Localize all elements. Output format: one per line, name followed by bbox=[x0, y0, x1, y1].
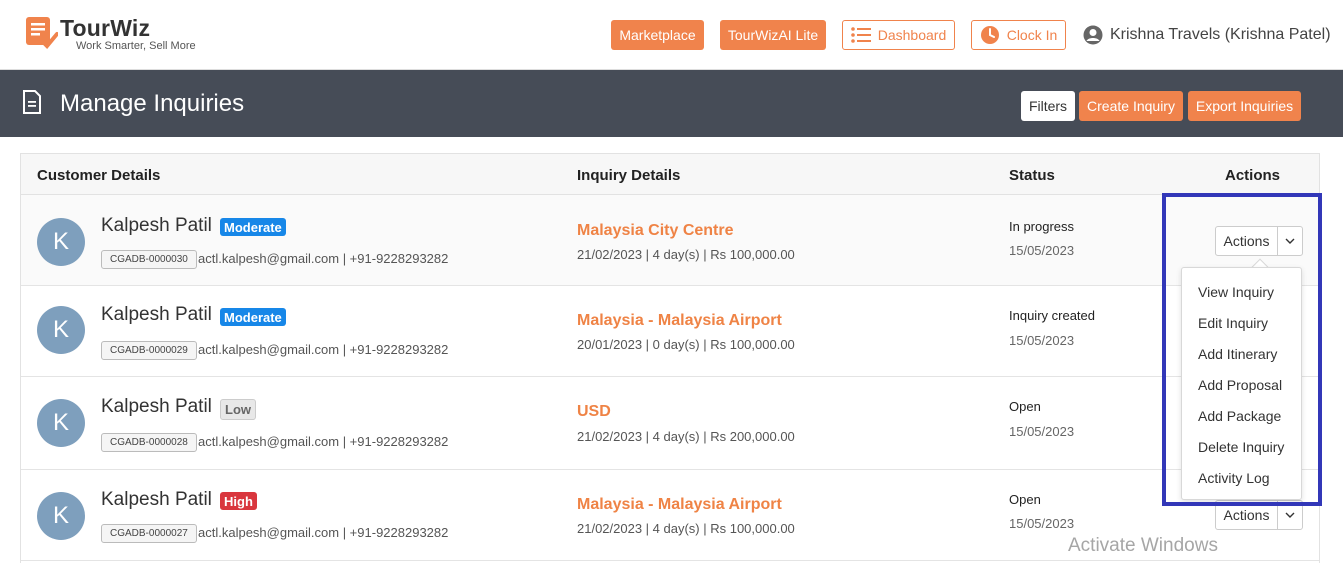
priority-badge: Moderate bbox=[220, 218, 286, 236]
export-inquiries-button[interactable]: Export Inquiries bbox=[1188, 91, 1301, 121]
inquiry-destination[interactable]: Malaysia - Malaysia Airport bbox=[577, 496, 782, 514]
avatar: K bbox=[37, 492, 85, 540]
inquiries-table: Customer Details Inquiry Details Status … bbox=[20, 153, 1320, 563]
document-icon bbox=[23, 90, 41, 114]
customer-code: CGADB-0000028 bbox=[101, 433, 197, 452]
priority-badge: Low bbox=[220, 399, 256, 420]
customer-code: CGADB-0000030 bbox=[101, 250, 197, 269]
table-row: K Kalpesh Patil Low CGADB-0000028 actl.k… bbox=[21, 377, 1319, 470]
status-date: 15/05/2023 bbox=[1009, 243, 1075, 258]
customer-contact: actl.kalpesh@gmail.com | +91-9228293282 bbox=[198, 342, 449, 357]
brand-logo[interactable]: TourWiz Work Smarter, Sell More bbox=[24, 15, 214, 55]
avatar: K bbox=[37, 306, 85, 354]
annotation-highlight-box bbox=[1162, 193, 1322, 506]
user-name: Krishna Travels (Krishna Patel) bbox=[1110, 26, 1331, 43]
inquiry-meta: 21/02/2023 | 4 day(s) | Rs 100,000.00 bbox=[577, 521, 795, 536]
filters-button[interactable]: Filters bbox=[1021, 91, 1075, 121]
avatar: K bbox=[37, 399, 85, 447]
status-text: Inquiry created bbox=[1009, 308, 1095, 323]
inquiry-meta: 21/02/2023 | 4 day(s) | Rs 200,000.00 bbox=[577, 429, 795, 444]
avatar: K bbox=[37, 218, 85, 266]
dashboard-button[interactable]: Dashboard bbox=[842, 20, 955, 50]
column-inquiry-details: Inquiry Details bbox=[577, 167, 681, 184]
clock-in-button[interactable]: Clock In bbox=[971, 20, 1066, 50]
tourwiz-ai-button[interactable]: TourWizAI Lite bbox=[720, 20, 826, 50]
table-row: K Kalpesh Patil Moderate CGADB-0000030 a… bbox=[21, 195, 1319, 286]
inquiry-meta: 21/02/2023 | 4 day(s) | Rs 100,000.00 bbox=[577, 247, 795, 262]
priority-badge: Moderate bbox=[220, 308, 286, 326]
page-title: Manage Inquiries bbox=[60, 90, 245, 117]
customer-code: CGADB-0000029 bbox=[101, 341, 197, 360]
table-row: K Kalpesh Patil Moderate CGADB-0000029 a… bbox=[21, 286, 1319, 377]
inquiry-destination[interactable]: Malaysia City Centre bbox=[577, 222, 734, 240]
customer-name[interactable]: Kalpesh Patil bbox=[101, 215, 212, 237]
customer-contact: actl.kalpesh@gmail.com | +91-9228293282 bbox=[198, 251, 449, 266]
status-text: In progress bbox=[1009, 219, 1075, 234]
top-navbar: TourWiz Work Smarter, Sell More Marketpl… bbox=[0, 0, 1343, 70]
status-date: 15/05/2023 bbox=[1009, 333, 1075, 348]
list-icon bbox=[850, 27, 871, 43]
user-menu[interactable]: Krishna Travels (Krishna Patel) bbox=[1083, 24, 1331, 46]
status-date: 15/05/2023 bbox=[1009, 516, 1075, 531]
user-avatar-icon bbox=[1083, 25, 1103, 45]
priority-badge: High bbox=[220, 492, 257, 510]
marketplace-button[interactable]: Marketplace bbox=[611, 20, 704, 50]
brand-name: TourWiz bbox=[60, 15, 151, 41]
column-status: Status bbox=[1009, 167, 1055, 184]
customer-contact: actl.kalpesh@gmail.com | +91-9228293282 bbox=[198, 525, 449, 540]
inquiry-destination[interactable]: Malaysia - Malaysia Airport bbox=[577, 312, 782, 330]
status-date: 15/05/2023 bbox=[1009, 424, 1075, 439]
customer-name[interactable]: Kalpesh Patil bbox=[101, 489, 212, 511]
customer-name[interactable]: Kalpesh Patil bbox=[101, 396, 212, 418]
clock-in-label: Clock In bbox=[1006, 27, 1058, 43]
windows-activation-watermark: Activate Windows bbox=[1068, 535, 1218, 556]
create-inquiry-button[interactable]: Create Inquiry bbox=[1079, 91, 1183, 121]
column-actions: Actions bbox=[1225, 167, 1281, 184]
tourwiz-logo-icon bbox=[26, 17, 58, 49]
inquiry-meta: 20/01/2023 | 0 day(s) | Rs 100,000.00 bbox=[577, 337, 795, 352]
inquiry-destination[interactable]: USD bbox=[577, 403, 611, 421]
customer-code: CGADB-0000027 bbox=[101, 524, 197, 543]
customer-name[interactable]: Kalpesh Patil bbox=[101, 304, 212, 326]
column-customer-details: Customer Details bbox=[37, 167, 161, 184]
dashboard-label: Dashboard bbox=[877, 27, 947, 43]
status-text: Open bbox=[1009, 399, 1041, 414]
status-text: Open bbox=[1009, 492, 1041, 507]
brand-tagline: Work Smarter, Sell More bbox=[76, 40, 196, 52]
clock-icon bbox=[980, 26, 999, 44]
table-header: Customer Details Inquiry Details Status … bbox=[21, 154, 1319, 195]
customer-contact: actl.kalpesh@gmail.com | +91-9228293282 bbox=[198, 434, 449, 449]
